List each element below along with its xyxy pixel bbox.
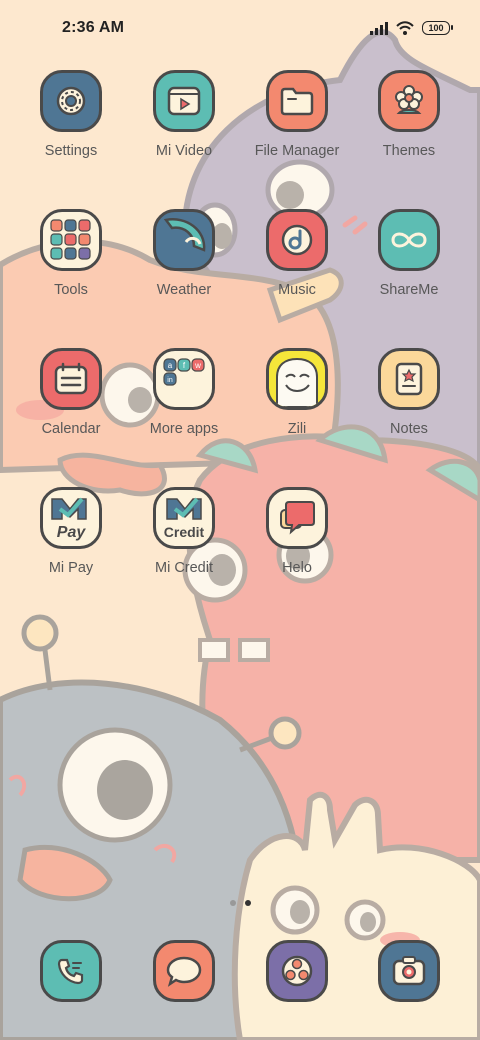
app-settings[interactable]: Settings bbox=[15, 70, 127, 190]
folder-icon bbox=[266, 70, 328, 132]
wifi-icon bbox=[396, 21, 414, 35]
app-label: Mi Pay bbox=[48, 560, 94, 576]
signal-icon bbox=[370, 21, 388, 35]
app-label: Zili bbox=[287, 421, 307, 437]
dock-browser[interactable] bbox=[241, 940, 353, 1012]
infinity-icon bbox=[378, 209, 440, 271]
clock: 2:36 AM bbox=[62, 19, 125, 36]
svg-text:in: in bbox=[167, 377, 173, 384]
svg-text:w: w bbox=[194, 361, 201, 370]
notes-icon bbox=[378, 348, 440, 410]
page-dot-1[interactable] bbox=[229, 900, 236, 906]
app-label: Mi Video bbox=[155, 143, 213, 159]
app-shareme[interactable]: ShareMe bbox=[353, 209, 465, 329]
folder-more-apps[interactable]: a f w in More apps bbox=[128, 348, 240, 468]
app-label: Notes bbox=[390, 421, 428, 437]
app-mi-pay[interactable]: Pay Mi Pay bbox=[15, 487, 127, 607]
page-dot-2-active[interactable] bbox=[244, 900, 251, 906]
dock-camera[interactable] bbox=[353, 940, 465, 1012]
app-label: Tools bbox=[54, 282, 88, 298]
app-helo[interactable]: Helo bbox=[241, 487, 353, 607]
app-label: Weather bbox=[156, 282, 212, 298]
app-label: Helo bbox=[282, 560, 312, 576]
phone-icon bbox=[40, 940, 102, 1002]
tools-folder-icon bbox=[40, 209, 102, 271]
calendar-icon bbox=[40, 348, 102, 410]
app-label: More apps bbox=[149, 421, 219, 437]
app-zili[interactable]: Zili bbox=[241, 348, 353, 468]
zili-face-icon bbox=[266, 348, 328, 410]
app-label: Music bbox=[278, 282, 316, 298]
app-file-manager[interactable]: File Manager bbox=[241, 70, 353, 190]
messages-icon bbox=[153, 940, 215, 1002]
app-label: ShareMe bbox=[379, 282, 439, 298]
battery-icon: 100 bbox=[422, 21, 453, 35]
app-mi-video[interactable]: Mi Video bbox=[128, 70, 240, 190]
weather-icon bbox=[153, 209, 215, 271]
svg-text:a: a bbox=[168, 361, 173, 370]
pay-text: Pay bbox=[57, 524, 87, 541]
app-calendar[interactable]: Calendar bbox=[15, 348, 127, 468]
video-icon bbox=[153, 70, 215, 132]
app-mi-credit[interactable]: Credit Mi Credit bbox=[128, 487, 240, 607]
app-label: File Manager bbox=[254, 143, 340, 159]
app-notes[interactable]: Notes bbox=[353, 348, 465, 468]
app-music[interactable]: Music bbox=[241, 209, 353, 329]
helo-icon bbox=[266, 487, 328, 549]
app-label: Settings bbox=[44, 143, 98, 159]
app-label: Mi Credit bbox=[154, 560, 213, 576]
folder-tools[interactable]: Tools bbox=[15, 209, 127, 329]
status-bar: 2:36 AM 100 bbox=[0, 0, 480, 56]
page-indicator bbox=[0, 900, 480, 906]
dock bbox=[0, 940, 480, 1012]
browser-icon bbox=[266, 940, 328, 1002]
app-label: Themes bbox=[382, 143, 436, 159]
battery-level: 100 bbox=[428, 23, 444, 33]
dock-messages[interactable] bbox=[128, 940, 240, 1012]
app-weather[interactable]: Weather bbox=[128, 209, 240, 329]
app-label: Calendar bbox=[41, 421, 101, 437]
more-apps-folder-icon: a f w in bbox=[153, 348, 215, 410]
mi-credit-icon: Credit bbox=[153, 487, 215, 549]
music-icon bbox=[266, 209, 328, 271]
mi-pay-icon: Pay bbox=[40, 487, 102, 549]
dock-phone[interactable] bbox=[15, 940, 127, 1012]
settings-icon bbox=[40, 70, 102, 132]
flower-icon bbox=[378, 70, 440, 132]
status-icons: 100 bbox=[370, 21, 453, 35]
credit-text: Credit bbox=[164, 524, 205, 540]
camera-icon bbox=[378, 940, 440, 1002]
app-themes[interactable]: Themes bbox=[353, 70, 465, 190]
